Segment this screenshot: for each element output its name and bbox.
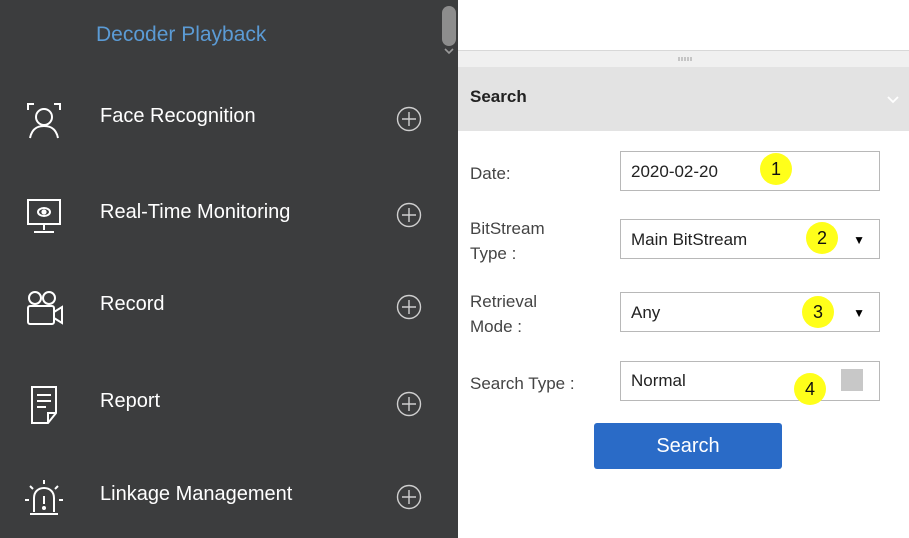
sidebar-item-record[interactable]: Record	[0, 280, 458, 334]
dropdown-caret-icon: ▼	[853, 233, 865, 247]
retrieval-mode-select[interactable]: Any ▼	[620, 292, 880, 332]
monitor-icon	[27, 199, 61, 233]
sidebar-scrollbar[interactable]	[442, 6, 456, 46]
callout-badge-4: 4	[794, 373, 826, 405]
expand-plus-icon[interactable]	[396, 202, 422, 228]
sidebar-item-label: Report	[100, 390, 161, 412]
bitstream-type-label-line1: BitStream	[470, 219, 545, 238]
expand-plus-icon[interactable]	[396, 484, 422, 510]
date-value: 2020-02-20	[631, 162, 718, 181]
sidebar-item-label: Linkage Management	[100, 483, 293, 505]
sidebar-item-label: Face Recognition	[100, 105, 256, 127]
alarm-icon	[25, 480, 63, 515]
sidebar: Decoder Playback Face Recognition Real-T…	[0, 0, 458, 538]
callout-badge-1: 1	[760, 153, 792, 185]
face-recognition-icon	[27, 103, 61, 139]
expand-plus-icon[interactable]	[396, 106, 422, 132]
search-type-select[interactable]: Normal	[620, 361, 880, 401]
search-type-value: Normal	[631, 371, 686, 390]
sidebar-item-real-time-monitoring[interactable]: Real-Time Monitoring	[0, 188, 458, 242]
date-input[interactable]: 2020-02-20	[620, 151, 880, 191]
sidebar-item-linkage-management[interactable]: Linkage Management	[0, 470, 458, 524]
search-section-title: Search	[470, 87, 527, 106]
expand-plus-icon[interactable]	[396, 391, 422, 417]
sidebar-item-report[interactable]: Report	[0, 377, 458, 431]
drag-handle-icon[interactable]	[678, 57, 692, 61]
dropdown-button-icon[interactable]	[841, 369, 863, 391]
search-section-header[interactable]: Search	[458, 67, 909, 131]
bitstream-type-select[interactable]: Main BitStream ▼	[620, 219, 880, 259]
sidebar-subitem-decoder-playback[interactable]: Decoder Playback	[96, 23, 266, 47]
retrieval-mode-value: Any	[631, 303, 661, 322]
expand-plus-icon[interactable]	[396, 294, 422, 320]
retrieval-mode-label-line2: Mode :	[470, 317, 522, 336]
search-button[interactable]: Search	[594, 423, 782, 469]
scroll-down-icon[interactable]	[443, 46, 455, 56]
dropdown-caret-icon: ▼	[853, 306, 865, 320]
top-area	[458, 0, 909, 50]
callout-badge-3: 3	[802, 296, 834, 328]
chevron-down-icon[interactable]	[886, 95, 900, 105]
date-label: Date:	[470, 164, 511, 183]
search-type-label: Search Type :	[470, 374, 575, 393]
report-icon	[31, 386, 57, 424]
sidebar-item-label: Record	[100, 293, 165, 315]
bitstream-type-value: Main BitStream	[631, 230, 748, 249]
callout-badge-2: 2	[806, 222, 838, 254]
sidebar-item-face-recognition[interactable]: Face Recognition	[0, 92, 458, 146]
bitstream-type-label-line2: Type :	[470, 244, 517, 263]
retrieval-mode-label-line1: Retrieval	[470, 292, 538, 311]
video-camera-icon	[27, 291, 63, 325]
sidebar-item-label: Real-Time Monitoring	[100, 201, 291, 223]
